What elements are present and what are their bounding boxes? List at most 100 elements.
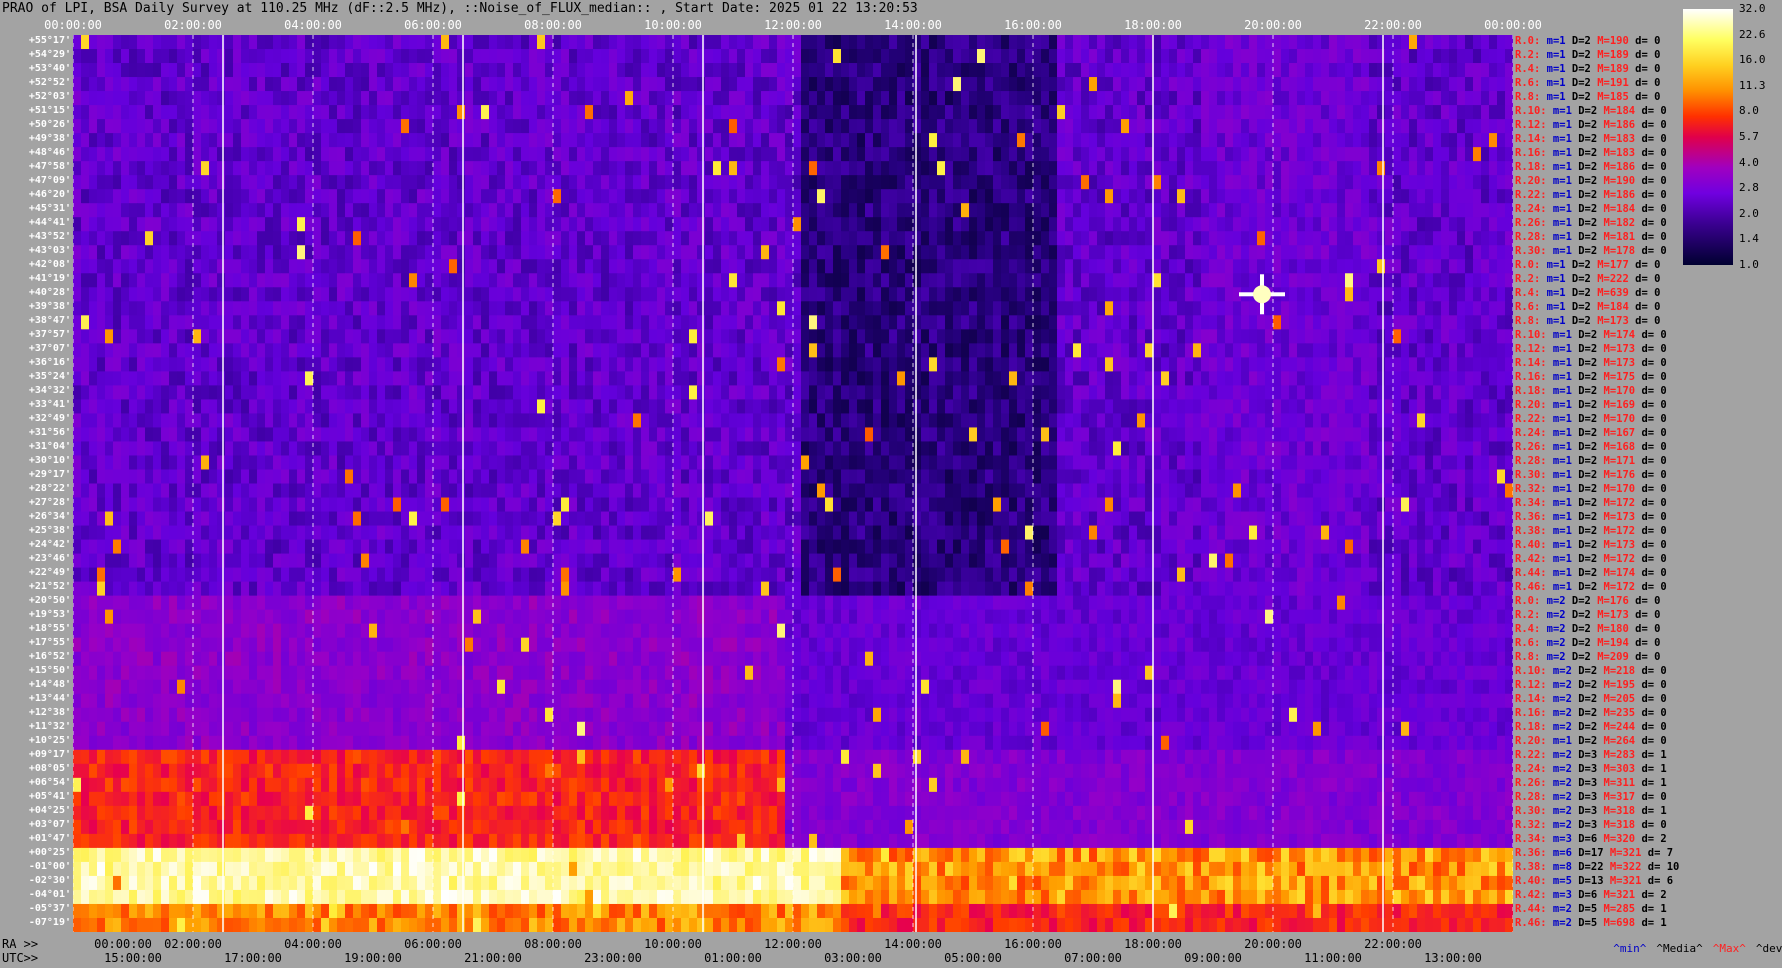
heatmap-cell: [409, 357, 418, 372]
heatmap-cell: [497, 301, 506, 316]
heatmap-cell: [865, 91, 874, 106]
heatmap-cell: [265, 77, 274, 92]
heatmap-cell: [961, 245, 970, 260]
heatmap-cell: [1033, 245, 1042, 260]
heatmap-cell: [881, 259, 890, 274]
heatmap-cell: [345, 357, 354, 372]
heatmap-cell: [145, 399, 154, 415]
heatmap-cell: [241, 329, 250, 344]
heatmap-cell: [969, 189, 978, 204]
heatmap-cell: [681, 105, 690, 120]
heatmap-cell: [1081, 329, 1090, 344]
heatmap-cell: [801, 63, 810, 78]
heatmap-cell: [961, 287, 970, 302]
heatmap-cell: [1369, 119, 1378, 134]
heatmap-cell: [697, 161, 706, 176]
heatmap-cell: [993, 231, 1002, 246]
heatmap-cell: [1273, 273, 1282, 288]
heatmap-cell: [137, 273, 146, 288]
heatmap-cell: [953, 287, 962, 302]
heatmap-cell: [385, 77, 394, 92]
heatmap-cell: [441, 133, 450, 148]
heatmap-cell: [169, 119, 178, 134]
heatmap-cell: [497, 399, 506, 415]
heatmap-cell: [1321, 343, 1330, 358]
heatmap-cell: [921, 371, 930, 386]
heatmap-cell: [73, 329, 82, 344]
heatmap-cell: [913, 357, 922, 372]
heatmap-cell: [225, 399, 234, 415]
heatmap-cell: [489, 77, 498, 92]
heatmap-cell: [529, 217, 538, 232]
heatmap-cell: [1297, 49, 1306, 64]
heatmap-cell: [505, 217, 514, 232]
heatmap-cell: [953, 231, 962, 246]
heatmap-cell: [729, 259, 738, 274]
heatmap-cell: [505, 105, 514, 120]
heatmap-cell: [345, 63, 354, 78]
heatmap-cell: [1049, 147, 1058, 162]
heatmap-cell: [241, 63, 250, 78]
heatmap-cell: [953, 189, 962, 204]
heatmap-cell: [225, 63, 234, 78]
heatmap-cell: [937, 189, 946, 204]
heatmap-cell: [489, 343, 498, 358]
heatmap-cell: [1385, 63, 1394, 78]
heatmap-cell: [1465, 35, 1474, 50]
heatmap-cell: [1009, 35, 1018, 50]
heatmap-cell: [273, 343, 282, 358]
heatmap-cell: [833, 343, 842, 358]
heatmap-cell: [305, 273, 314, 288]
heatmap-cell: [921, 119, 930, 134]
heatmap-cell: [1257, 147, 1266, 162]
heatmap-cell: [993, 91, 1002, 106]
heatmap-cell: [1081, 105, 1090, 120]
heatmap-cell: [585, 399, 594, 415]
heatmap-cell: [209, 105, 218, 120]
heatmap-cell: [1489, 189, 1498, 204]
heatmap-cell: [273, 371, 282, 386]
heatmap-cell: [1201, 147, 1210, 162]
heatmap-cell: [721, 371, 730, 386]
heatmap-cell: [449, 357, 458, 372]
heatmap-cell: [737, 189, 746, 204]
heatmap-cell: [1321, 77, 1330, 92]
heatmap-cell: [105, 315, 114, 330]
heatmap-cell: [617, 133, 626, 148]
heatmap-cell: [745, 385, 754, 401]
heatmap-cell: [193, 315, 202, 330]
heatmap-cell: [897, 217, 906, 232]
heatmap-cell: [1097, 385, 1106, 401]
heatmap-cell: [1057, 315, 1066, 330]
heatmap-cell: [825, 259, 834, 274]
heatmap-cell: [777, 329, 786, 344]
heatmap-cell: [73, 119, 82, 134]
heatmap-cell: [433, 49, 442, 64]
heatmap-cell: [153, 371, 162, 386]
heatmap-cell: [913, 105, 922, 120]
heatmap-cell: [1449, 231, 1458, 246]
heatmap-cell: [129, 49, 138, 64]
heatmap-cell: [745, 133, 754, 148]
heatmap-cell: [1137, 343, 1146, 358]
heatmap-cell: [313, 287, 322, 302]
heatmap-cell: [1377, 399, 1386, 415]
heatmap-cell: [897, 245, 906, 260]
heatmap-cell: [1433, 371, 1442, 386]
heatmap-cell: [1057, 203, 1066, 218]
heatmap-cell: [161, 77, 170, 92]
heatmap-cell: [1193, 315, 1202, 330]
heatmap-cell: [1289, 189, 1298, 204]
heatmap-cell: [137, 203, 146, 218]
heatmap-cell: [1049, 203, 1058, 218]
heatmap-cell: [833, 259, 842, 274]
heatmap-cell: [1305, 287, 1314, 302]
heatmap-cell: [1457, 203, 1466, 218]
heatmap-cell: [1329, 273, 1338, 288]
heatmap-cell: [569, 273, 578, 288]
heatmap-cell: [945, 147, 954, 162]
heatmap-cell: [865, 301, 874, 316]
heatmap-cell: [1233, 273, 1242, 288]
heatmap-cell: [1097, 35, 1106, 50]
heatmap-cell: [249, 301, 258, 316]
